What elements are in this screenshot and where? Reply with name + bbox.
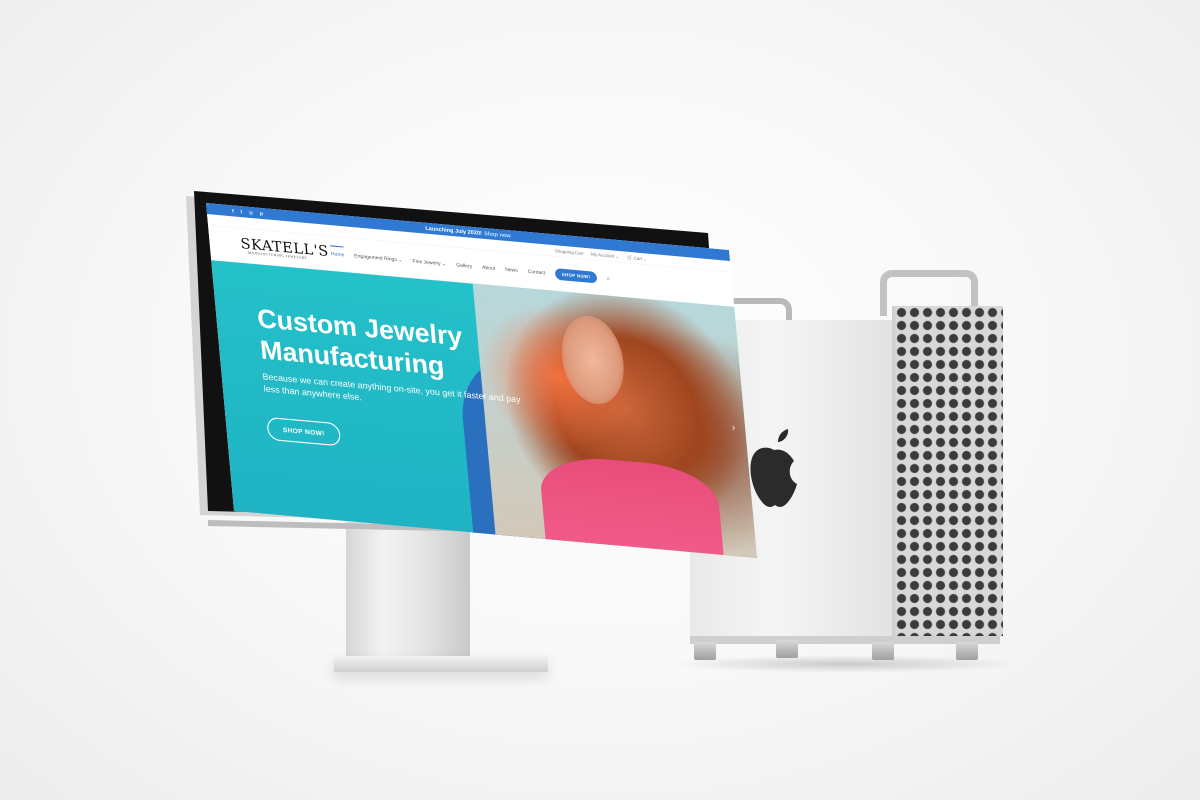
hero-content: Custom Jewelry Manufacturing Because we … (256, 304, 558, 467)
search-icon[interactable]: ⌕ (607, 275, 611, 281)
mac-pro-foot (956, 642, 978, 660)
website-screen: f t ◎ p Launching July 2020! Shop now Sh… (206, 203, 758, 558)
monitor-stand-foot (334, 656, 548, 672)
chevron-down-icon: ⌄ (397, 256, 403, 263)
chevron-down-icon: ⌄ (441, 260, 447, 267)
announcement-cta-link[interactable]: Shop now (484, 230, 511, 238)
facebook-icon[interactable]: f (232, 208, 234, 214)
nav-item-news[interactable]: News (505, 266, 518, 273)
shop-now-nav-button[interactable]: SHOP NOW! (554, 267, 598, 284)
mac-pro-foot (872, 642, 894, 660)
cart-icon: 🛒 (626, 254, 633, 261)
cart-label: Cart (633, 255, 643, 262)
hero-banner: Custom Jewelry Manufacturing Because we … (211, 260, 758, 558)
shopping-cart-link[interactable]: Shopping Cart (555, 248, 584, 256)
instagram-icon[interactable]: ◎ (249, 209, 254, 215)
nav-item-about[interactable]: About (482, 264, 496, 271)
nav-item-gallery[interactable]: Gallery (456, 262, 472, 269)
my-account-link[interactable]: My Account ⌄ (591, 251, 619, 258)
mac-pro-base (690, 636, 1000, 644)
mac-pro-grille (892, 306, 1003, 636)
apple-logo-icon (750, 429, 797, 507)
cart-link[interactable]: 🛒 Cart ⌄ (627, 255, 648, 262)
nav-item-engagement-rings[interactable]: Engagement Rings ⌄ (354, 253, 403, 263)
site-logo[interactable]: SKATELL'S MANUFACTURING JEWELERS (240, 236, 330, 261)
chevron-down-icon: ⌄ (615, 253, 620, 259)
my-account-label: My Account (590, 251, 615, 259)
nav-label: Engagement Rings (353, 252, 398, 262)
nav-item-home[interactable]: Home (330, 245, 345, 258)
nav-item-fine-jewelry[interactable]: Fine Jewelry ⌄ (412, 258, 446, 267)
nav-item-contact[interactable]: Contact (527, 268, 545, 275)
mac-pro-foot (776, 640, 798, 658)
mac-pro-foot (694, 642, 716, 660)
hero-shop-now-button[interactable]: SHOP NOW! (266, 417, 342, 447)
twitter-icon[interactable]: t (240, 209, 242, 215)
chevron-down-icon: ⌄ (643, 256, 648, 262)
nav-label: Fine Jewelry (412, 257, 441, 266)
monitor-stand-neck (346, 522, 470, 664)
pinterest-icon[interactable]: p (260, 211, 264, 217)
